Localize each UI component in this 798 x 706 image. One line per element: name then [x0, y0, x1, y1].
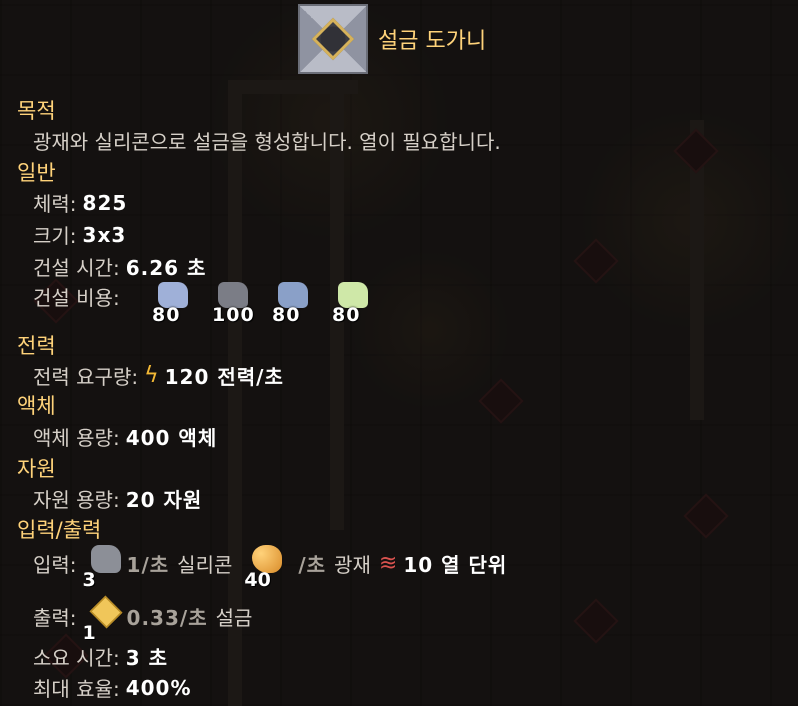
silicon-rate: 1/초: [126, 552, 170, 577]
liquid-capacity-label: 액체 용량:: [33, 426, 120, 450]
heat-icon: ≋: [378, 550, 398, 576]
build-time-label: 건설 시간:: [33, 256, 120, 280]
item-capacity-row: 자원 용량: 20 자원: [33, 484, 202, 513]
max-efficiency-value: 400%: [125, 675, 192, 700]
block-info-panel: 설금 도가니 목적 광재와 실리콘으로 설금을 형성합니다. 열이 필요합니다.…: [0, 0, 798, 706]
health-label: 체력:: [33, 192, 77, 216]
cost-item-titanium: 80: [272, 282, 324, 326]
section-liquid: 액체: [17, 394, 56, 418]
craft-time-value: 3 초: [125, 646, 168, 670]
output-label: 출력:: [33, 605, 77, 630]
size-row: 크기: 3x3: [33, 220, 126, 249]
craft-time-label: 소요 시간:: [33, 646, 120, 670]
section-general: 일반: [17, 161, 56, 185]
silicon-name: 실리콘: [177, 552, 233, 577]
block-title: 설금 도가니: [378, 29, 487, 54]
liquid-capacity-row: 액체 용량: 400 액체: [33, 422, 217, 451]
cost-item-lead: 100: [212, 282, 264, 326]
craft-time-row: 소요 시간: 3 초: [33, 642, 168, 671]
max-efficiency-label: 최대 효율:: [33, 677, 120, 701]
liquid-capacity-value: 400 액체: [125, 426, 218, 450]
lightning-icon: ϟ: [144, 363, 159, 388]
output-row: 출력: 1 0.33/초 설금: [33, 595, 253, 644]
section-purpose: 목적: [17, 99, 56, 123]
build-time-value: 6.26 초: [125, 256, 207, 280]
section-io: 입력/출력: [17, 518, 102, 542]
heat-value: 10 열 단위: [403, 552, 508, 577]
input-row: 입력: 3 1/초 실리콘 40 /초 광재 ≋ 10 열 단위: [33, 545, 508, 591]
slag-name: 광재: [334, 552, 371, 577]
cost-item-thorium: 80: [332, 282, 384, 326]
section-resources: 자원: [17, 457, 56, 481]
cost-item-copper: 80: [152, 282, 204, 326]
purpose-text: 광재와 실리콘으로 설금을 형성합니다. 열이 필요합니다.: [33, 130, 501, 154]
slag-rate: /초: [298, 552, 327, 577]
item-capacity-value: 20 자원: [125, 488, 203, 512]
item-capacity-label: 자원 용량:: [33, 488, 120, 512]
phase-fabric-icon: 1: [83, 595, 125, 644]
health-value: 825: [82, 190, 128, 215]
build-time-row: 건설 시간: 6.26 초: [33, 252, 206, 281]
section-power: 전력: [17, 334, 56, 358]
power-usage-label: 전력 요구량:: [33, 365, 139, 389]
build-cost-label: 건설 비용:: [33, 286, 120, 310]
size-label: 크기:: [33, 224, 77, 248]
output-name: 설금: [215, 605, 253, 630]
slag-icon: 40: [244, 545, 286, 591]
input-label: 입력:: [33, 552, 77, 577]
build-cost-row: 건설 비용:: [33, 282, 120, 311]
size-value: 3x3: [82, 222, 127, 247]
max-efficiency-row: 최대 효율: 400%: [33, 673, 192, 702]
power-usage-row: 전력 요구량: ϟ 120 전력/초: [33, 361, 284, 390]
output-rate: 0.33/초: [126, 605, 208, 630]
health-row: 체력: 825: [33, 188, 127, 217]
silicon-icon: 3: [83, 545, 125, 591]
title-row: 설금 도가니: [298, 4, 486, 74]
phase-crucible-icon: [298, 4, 368, 74]
build-cost-list: 80 100 80 80: [152, 282, 384, 326]
power-usage-value: 120 전력/초: [164, 365, 284, 389]
